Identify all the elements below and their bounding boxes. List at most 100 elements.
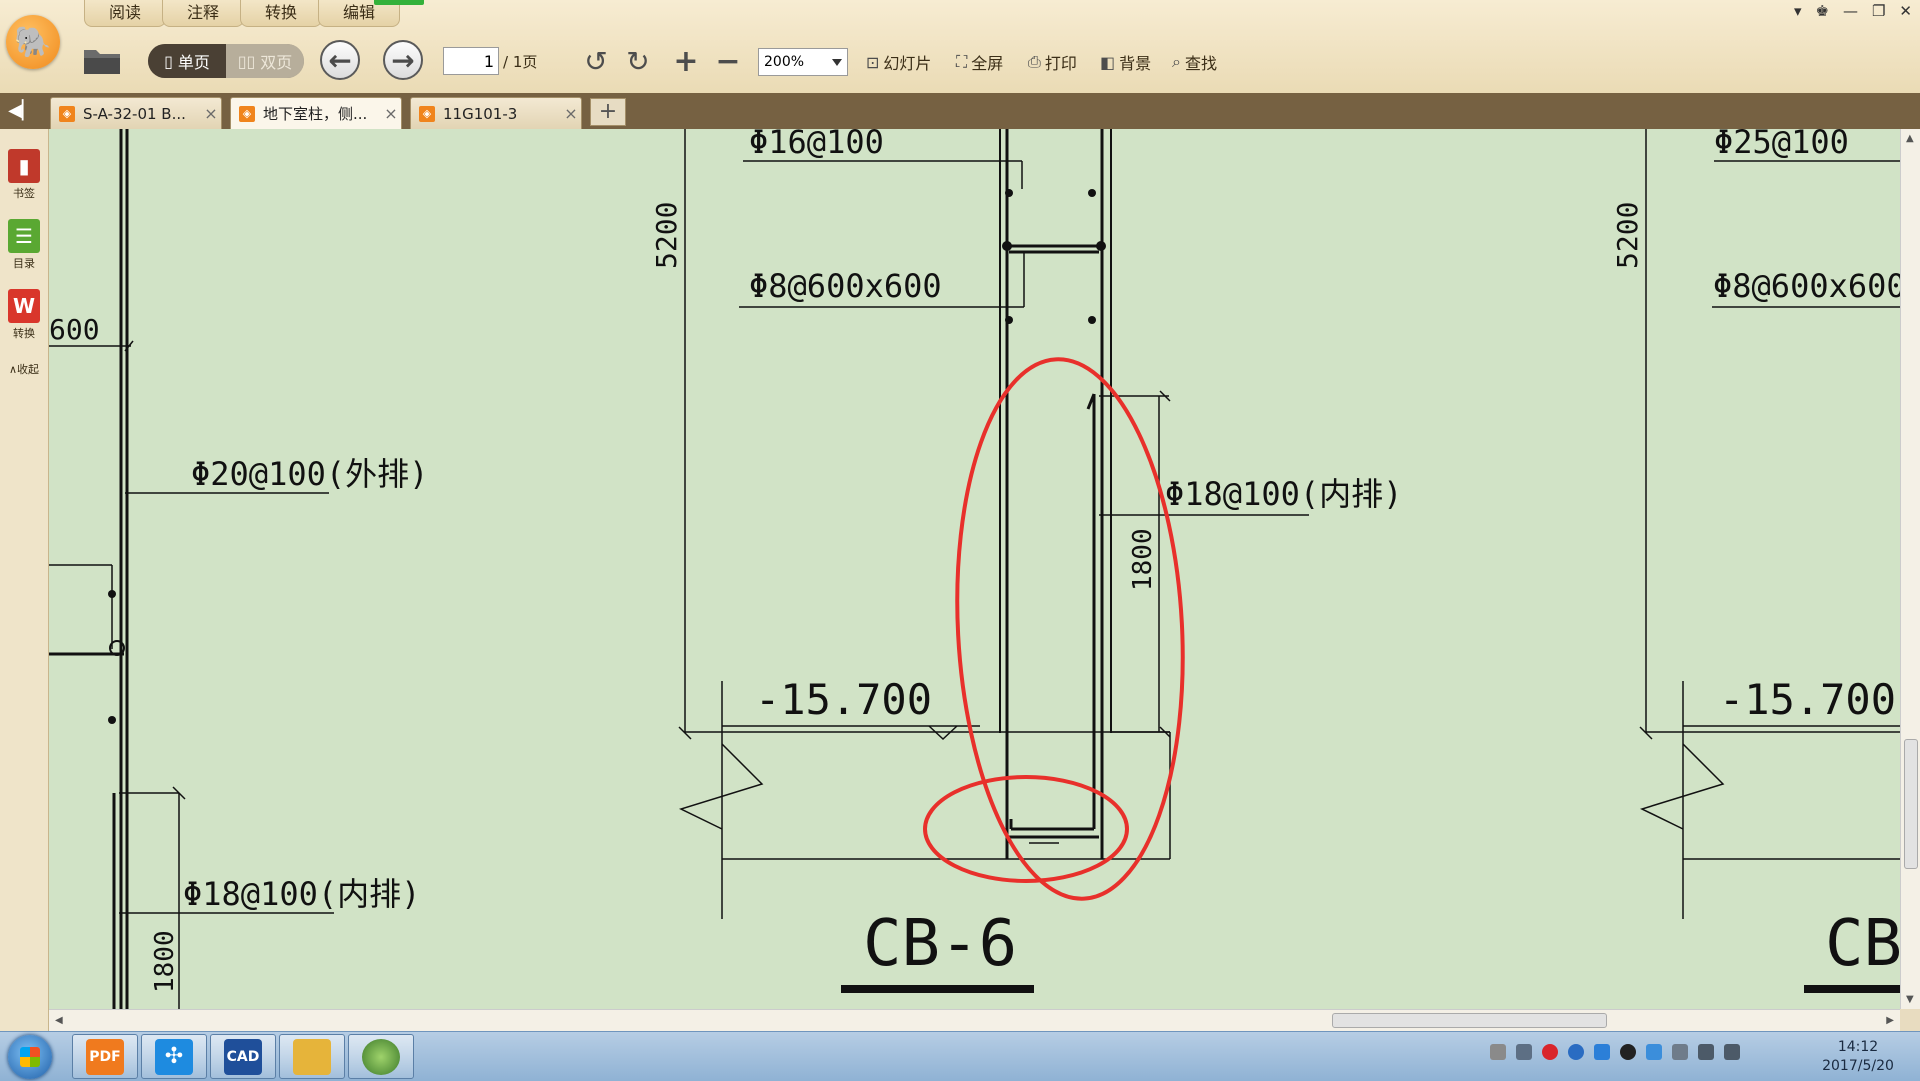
vertical-scrollbar[interactable]: ▲ ▼ <box>1900 129 1920 1009</box>
vertical-scroll-thumb[interactable] <box>1904 739 1918 869</box>
taskbar-app-cad[interactable]: CAD <box>210 1034 276 1079</box>
rebar-top-right: Φ25@100 <box>1714 129 1849 161</box>
fullscreen-button[interactable]: ⛶ 全屏 <box>956 48 1003 76</box>
next-page-button[interactable]: → <box>383 40 423 80</box>
elevation-center: -15.700 <box>755 675 932 724</box>
background-button[interactable]: ◧ 背景 <box>1100 48 1151 76</box>
tab-close-icon[interactable]: × <box>201 104 221 123</box>
print-button[interactable]: ⎙ 打印 <box>1028 48 1077 76</box>
rebar-outer-left: Φ20@100(外排) <box>191 455 428 493</box>
minimize-icon[interactable]: — <box>1843 2 1858 20</box>
rebar-inner-center: Φ18@100(内排) <box>1165 475 1402 513</box>
restore-icon[interactable]: ❐ <box>1872 2 1885 20</box>
open-folder-button[interactable] <box>80 40 124 80</box>
menu-tab-convert[interactable]: 转换 <box>240 0 323 27</box>
start-button[interactable] <box>8 1035 52 1079</box>
windows-taskbar: PDF ✣ CAD 14:12 2017/5/20 <box>0 1031 1920 1081</box>
dim-5200-center: 5200 <box>650 202 683 269</box>
sidebar-item-bookmarks[interactable]: ▮ 书签 <box>0 149 48 201</box>
catalog-icon: ☰ <box>8 219 40 253</box>
collapse-panel-icon[interactable]: ◀▏ <box>8 100 36 122</box>
arrow-left-icon: ← <box>328 43 352 77</box>
chevron-down-icon <box>832 59 842 66</box>
sidebar-collapse-button[interactable]: ∧收起 <box>0 361 48 377</box>
sidebar-item-catalog[interactable]: ☰ 目录 <box>0 219 48 271</box>
background-icon: ◧ <box>1100 52 1116 72</box>
find-button[interactable]: ⌕ 查找 <box>1172 48 1217 76</box>
dim-5200-right: 5200 <box>1611 202 1644 269</box>
folder-icon <box>293 1038 331 1075</box>
pinwheel-icon: ✣ <box>155 1038 193 1075</box>
pdf-file-icon: ◈ <box>239 105 255 122</box>
taskbar-app-pinwheel[interactable]: ✣ <box>141 1034 207 1079</box>
rotate-left-button[interactable]: ↺ <box>580 44 612 78</box>
doc-tab-1[interactable]: ◈ S-A-32-01 B... × <box>50 97 222 129</box>
minus-icon: − <box>715 43 741 79</box>
taskbar-app-pdf[interactable]: PDF <box>72 1034 138 1079</box>
tab-close-icon[interactable]: × <box>381 104 401 123</box>
keyboard-icon[interactable] <box>1490 1044 1506 1060</box>
signal-icon[interactable] <box>1724 1044 1740 1060</box>
weibo-icon[interactable] <box>1542 1044 1558 1060</box>
search-icon: ⌕ <box>1172 52 1181 71</box>
zoom-level-select[interactable]: 200% <box>758 48 848 76</box>
arrow-right-icon: → <box>391 43 415 77</box>
network-app-icon[interactable] <box>1646 1044 1662 1060</box>
doc-tab-2[interactable]: ◈ 地下室柱，侧... × <box>230 97 402 129</box>
skin-icon[interactable]: ♚ <box>1816 2 1829 20</box>
app-logo-icon[interactable]: 🐘 <box>6 15 60 69</box>
pdf-reader-icon: PDF <box>86 1038 124 1075</box>
doc-tab-3[interactable]: ◈ 11G101-3 × <box>410 97 582 129</box>
scroll-up-icon[interactable]: ▲ <box>1906 133 1914 144</box>
menu-tab-read[interactable]: 阅读 <box>84 0 167 27</box>
menu-tab-annotate[interactable]: 注释 <box>162 0 245 27</box>
sidebar-item-convert[interactable]: W 转换 <box>0 289 48 341</box>
printer-icon: ⎙ <box>1028 52 1041 71</box>
security-icon[interactable] <box>1568 1044 1584 1060</box>
pdf-file-icon: ◈ <box>419 105 435 122</box>
tie-center: Φ8@600x600 <box>749 267 942 305</box>
page-number-input[interactable] <box>443 47 499 75</box>
zoom-out-button[interactable]: − <box>712 43 744 79</box>
double-page-button[interactable]: ▯▯ 双页 <box>226 44 304 78</box>
tray-expand-icon[interactable] <box>1516 1044 1532 1060</box>
single-page-button[interactable]: ▯ 单页 <box>148 44 226 78</box>
pdf-file-icon: ◈ <box>59 105 75 122</box>
folder-icon <box>84 50 120 74</box>
usb-icon[interactable] <box>1672 1044 1688 1060</box>
qq-icon[interactable] <box>1620 1044 1636 1060</box>
scroll-right-icon[interactable]: ▶ <box>1886 1015 1894 1026</box>
tie-right: Φ8@600x600 <box>1713 267 1900 305</box>
window-controls: ▾ ♚ — ❐ ✕ <box>1794 2 1912 20</box>
horizontal-scrollbar[interactable]: ◀ ▶ <box>49 1009 1900 1032</box>
shield-icon[interactable] <box>1594 1044 1610 1060</box>
elevation-right: -15.700 <box>1719 675 1896 724</box>
scroll-down-icon[interactable]: ▼ <box>1906 994 1914 1005</box>
prev-page-button[interactable]: ← <box>320 40 360 80</box>
horizontal-scroll-thumb[interactable] <box>1332 1013 1607 1028</box>
plus-icon: + <box>673 43 699 79</box>
dim-1800-left: 1800 <box>150 930 180 993</box>
zoom-in-button[interactable]: + <box>670 43 702 79</box>
taskbar-app-explorer[interactable] <box>279 1034 345 1079</box>
single-page-icon: ▯ <box>164 51 173 71</box>
tab-close-icon[interactable]: × <box>561 104 581 123</box>
globe-icon <box>362 1038 400 1075</box>
rebar-top-center: Φ16@100 <box>749 129 884 161</box>
scroll-left-icon[interactable]: ◀ <box>55 1015 63 1026</box>
dim-1800-center: 1800 <box>1128 528 1158 591</box>
slideshow-button[interactable]: ⊡ 幻灯片 <box>866 48 931 76</box>
rotate-cw-icon: ↻ <box>626 44 650 78</box>
taskbar-app-browser[interactable] <box>348 1034 414 1079</box>
volume-icon[interactable] <box>1698 1044 1714 1060</box>
red-annotation-marks <box>923 357 1185 901</box>
dropdown-menu-icon[interactable]: ▾ <box>1794 2 1802 20</box>
close-icon[interactable]: ✕ <box>1899 2 1912 20</box>
page-total-label: / 1页 <box>503 53 538 71</box>
projector-icon: ⊡ <box>866 52 880 72</box>
rotate-right-button[interactable]: ↻ <box>622 44 654 78</box>
document-viewer[interactable]: 600 Φ20@100(外排) Φ18@100(内排) 1800 Φ16@100… <box>49 129 1900 1009</box>
system-clock[interactable]: 14:12 2017/5/20 <box>1800 1038 1916 1076</box>
menu-active-indicator <box>374 0 424 5</box>
add-tab-button[interactable]: + <box>590 98 626 126</box>
